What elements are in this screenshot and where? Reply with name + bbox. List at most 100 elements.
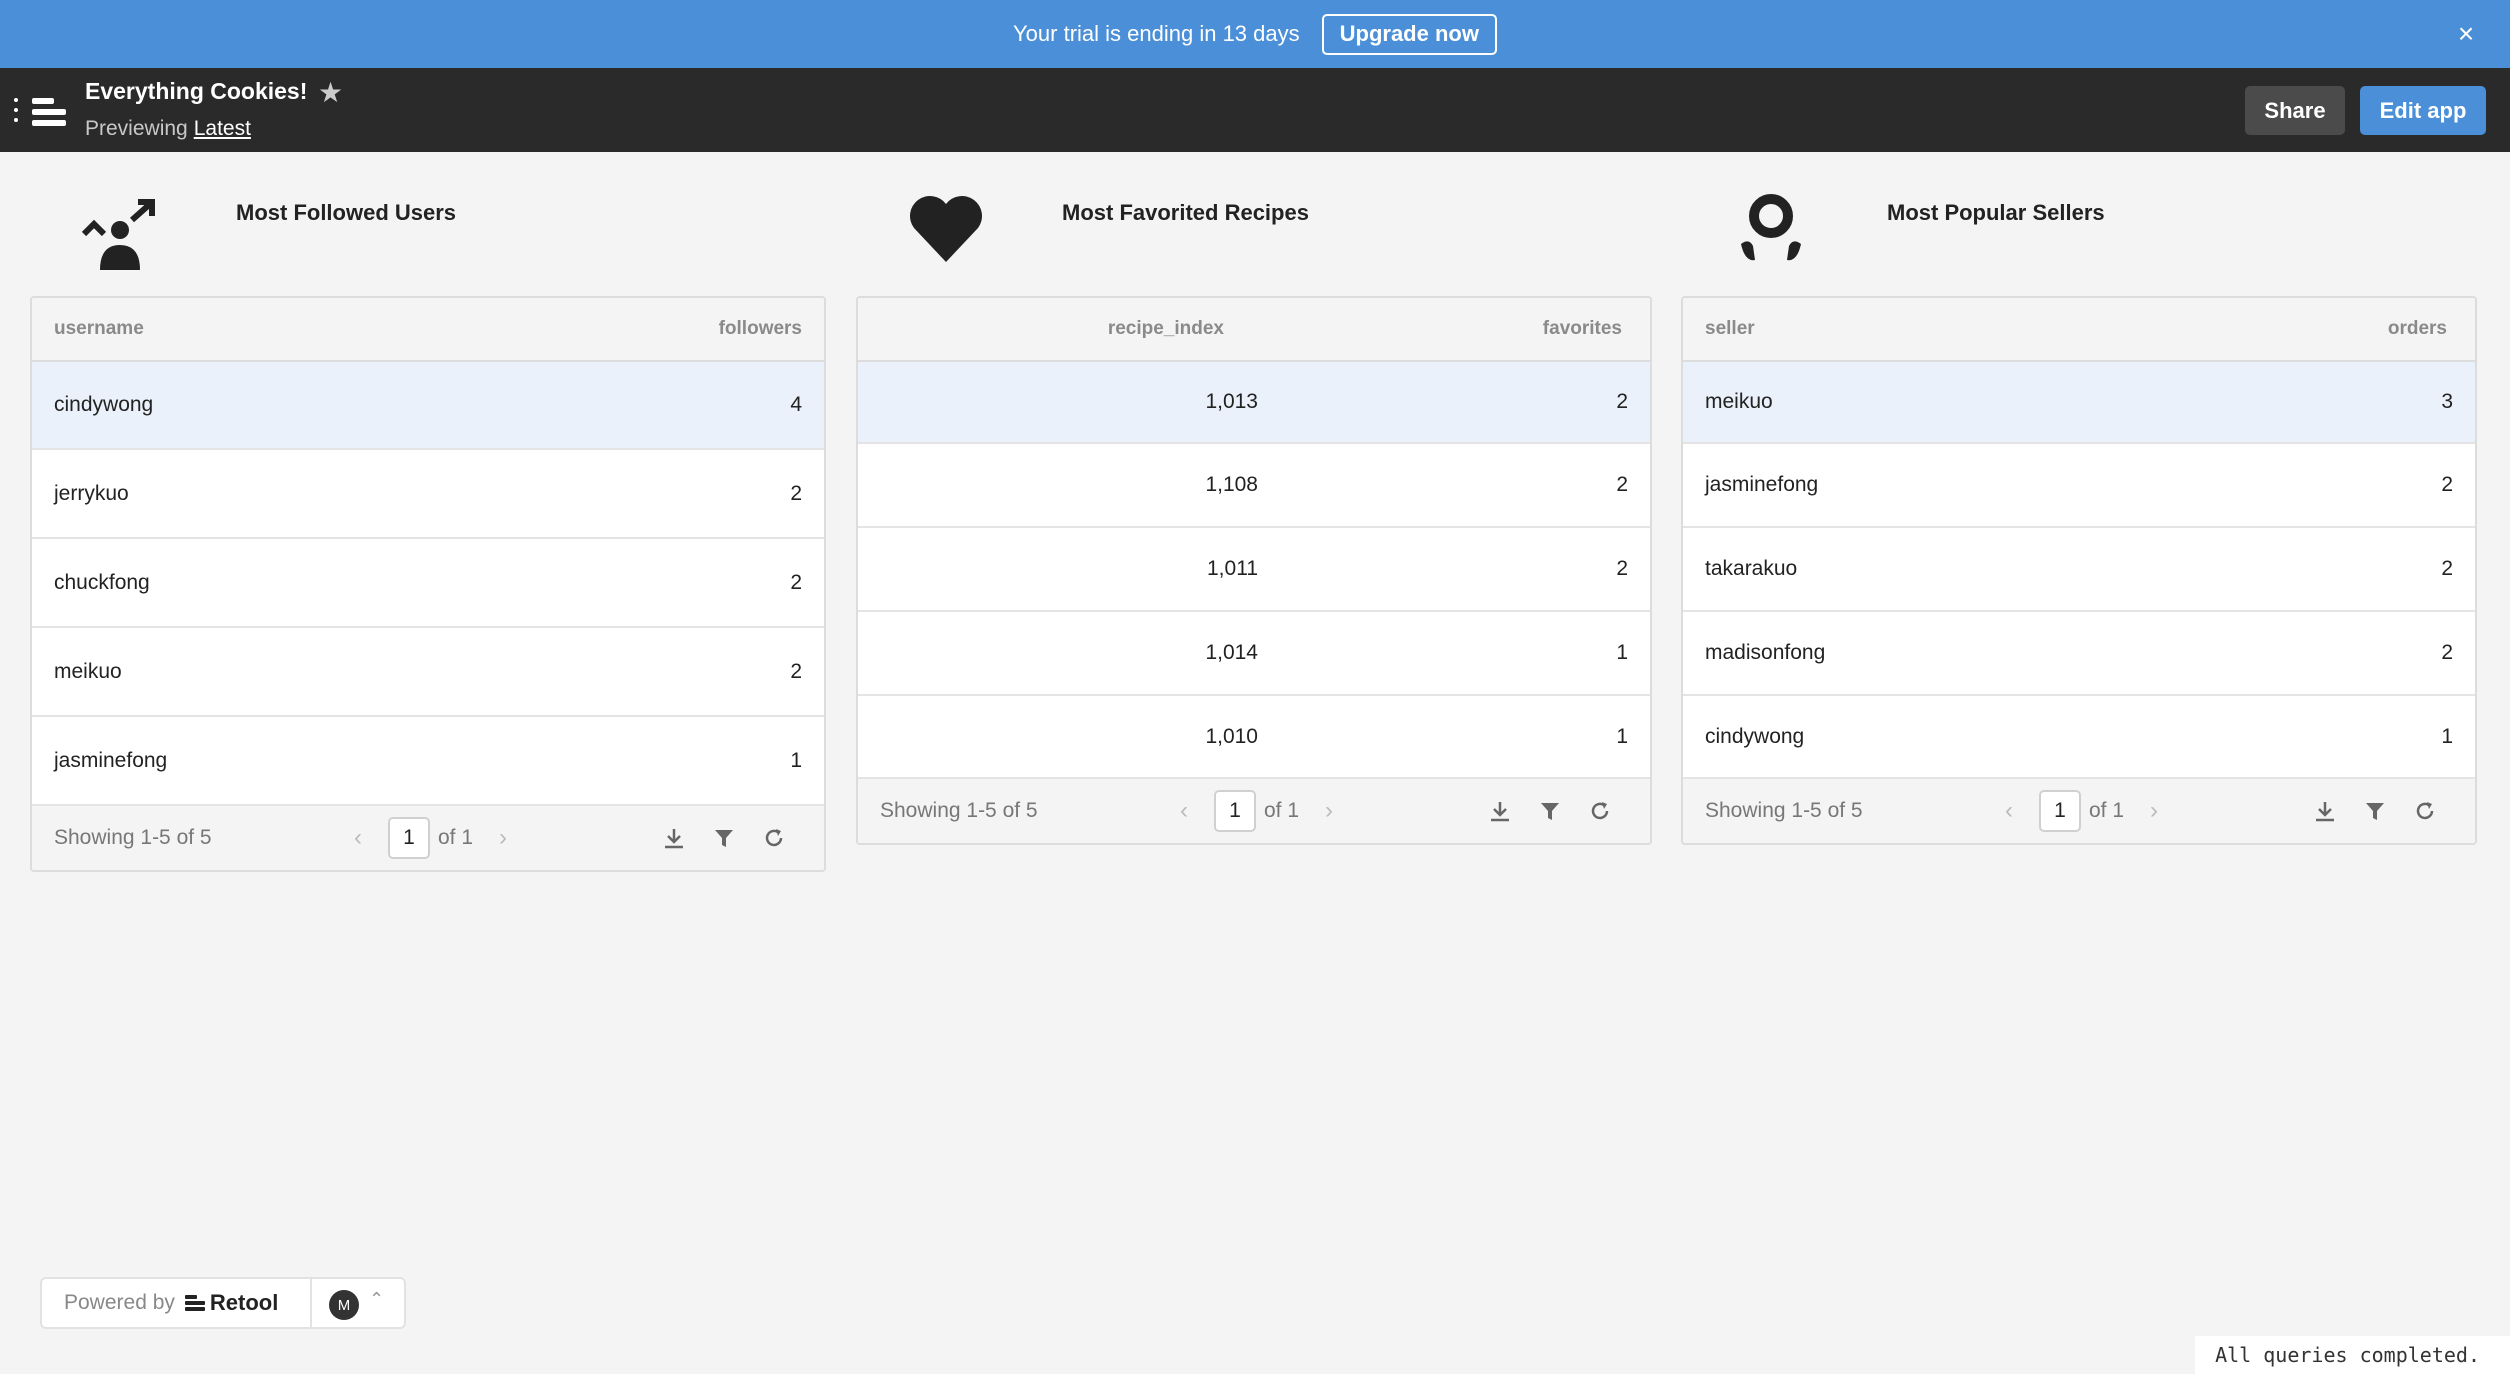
- next-page-icon[interactable]: ›: [499, 824, 507, 852]
- more-menu-icon[interactable]: [14, 98, 20, 126]
- cell-followers: 1: [790, 748, 802, 772]
- table-row[interactable]: 1,011 2: [858, 528, 1650, 612]
- cell-orders: 2: [2441, 557, 2453, 580]
- cell-seller: jasminefong: [1705, 473, 1819, 496]
- upgrade-button[interactable]: Upgrade now: [1321, 13, 1497, 55]
- column-header-followers[interactable]: followers: [624, 318, 824, 340]
- cell-recipe-index: 1,108: [1205, 473, 1258, 496]
- prev-page-icon[interactable]: ‹: [354, 824, 362, 852]
- cell-username: jasminefong: [54, 748, 168, 772]
- table-tools: [2311, 797, 2439, 825]
- table-row[interactable]: 1,010 1: [858, 696, 1650, 779]
- table-row[interactable]: 1,013 2: [858, 362, 1650, 444]
- cell-favorites: 2: [1616, 390, 1628, 413]
- table-row[interactable]: jerrykuo 2: [32, 450, 824, 539]
- filter-icon[interactable]: [2361, 797, 2389, 825]
- retool-brand: Retool: [209, 1290, 279, 1315]
- table-row[interactable]: madisonfong 2: [1683, 612, 2475, 696]
- widget-title: Most Favorited Recipes: [1062, 200, 1309, 225]
- download-icon[interactable]: [660, 824, 688, 852]
- column-header-recipe-index[interactable]: recipe_index: [858, 318, 1224, 340]
- table-tools: [660, 824, 788, 852]
- prev-page-icon[interactable]: ‹: [1180, 797, 1188, 825]
- refresh-icon[interactable]: [760, 824, 788, 852]
- close-icon[interactable]: ×: [2450, 18, 2482, 50]
- page-input[interactable]: 1: [2039, 790, 2081, 832]
- page-total: of 1: [1264, 799, 1300, 822]
- column-header-username[interactable]: username: [32, 318, 624, 340]
- refresh-icon[interactable]: [1586, 797, 1614, 825]
- preview-status: Previewing Latest: [85, 117, 251, 141]
- table-row[interactable]: chuckfong 2: [32, 539, 824, 628]
- next-page-icon[interactable]: ›: [1325, 797, 1333, 825]
- pagination: ‹ 1 of 1 ›: [354, 817, 507, 859]
- widget-title: Most Popular Sellers: [1887, 200, 2105, 225]
- cell-favorites: 1: [1616, 641, 1628, 664]
- row-count: Showing 1-5 of 5: [1705, 799, 1863, 822]
- row-count: Showing 1-5 of 5: [880, 799, 1038, 822]
- previewing-label: Previewing: [85, 117, 188, 140]
- recipes-table: recipe_index favorites 1,013 2 1,108 2 1,0…: [856, 296, 1652, 845]
- cell-followers: 2: [790, 481, 802, 505]
- cell-followers: 4: [790, 393, 802, 416]
- page-input[interactable]: 1: [388, 817, 430, 859]
- version-link[interactable]: Latest: [194, 117, 251, 140]
- divider: [310, 1279, 312, 1327]
- cell-orders: 2: [2441, 641, 2453, 664]
- table-row[interactable]: cindywong 1: [1683, 696, 2475, 779]
- chevron-up-icon[interactable]: ⌃: [369, 1289, 384, 1310]
- app-title: Everything Cookies!: [85, 78, 308, 104]
- cell-recipe-index: 1,014: [1205, 641, 1258, 664]
- table-row[interactable]: cindywong 4: [32, 362, 824, 450]
- cell-seller: cindywong: [1705, 724, 1805, 748]
- cell-orders: 2: [2441, 473, 2453, 496]
- cell-followers: 2: [790, 570, 802, 594]
- refresh-icon[interactable]: [2411, 797, 2439, 825]
- column-header-orders[interactable]: orders: [2275, 318, 2475, 340]
- table-row[interactable]: jasminefong 1: [32, 717, 824, 806]
- cell-recipe-index: 1,013: [1205, 390, 1258, 413]
- page-input[interactable]: 1: [1214, 790, 1256, 832]
- next-page-icon[interactable]: ›: [2150, 797, 2158, 825]
- powered-by-badge[interactable]: Powered by Retool M ⌃: [40, 1277, 406, 1329]
- cell-favorites: 2: [1616, 557, 1628, 580]
- app-logo-icon[interactable]: [32, 96, 66, 128]
- powered-by-label: Powered by: [64, 1291, 175, 1314]
- table-row[interactable]: meikuo 3: [1683, 362, 2475, 444]
- column-header-seller[interactable]: seller: [1683, 318, 2275, 340]
- table-row[interactable]: 1,108 2: [858, 444, 1650, 528]
- trial-banner: Your trial is ending in 13 days Upgrade …: [0, 0, 2510, 68]
- filter-icon[interactable]: [710, 824, 738, 852]
- share-button[interactable]: Share: [2245, 86, 2345, 135]
- pagination: ‹ 1 of 1 ›: [2005, 790, 2158, 832]
- cell-username: chuckfong: [54, 570, 150, 594]
- award-icon: [1731, 190, 1811, 270]
- table-row[interactable]: jasminefong 2: [1683, 444, 2475, 528]
- filter-icon[interactable]: [1536, 797, 1564, 825]
- download-icon[interactable]: [2311, 797, 2339, 825]
- table-row[interactable]: 1,014 1: [858, 612, 1650, 696]
- table-footer: Showing 1-5 of 5 ‹ 1 of 1 ›: [1683, 779, 2475, 843]
- cell-username: cindywong: [54, 393, 154, 416]
- table-row[interactable]: meikuo 2: [32, 628, 824, 717]
- download-icon[interactable]: [1486, 797, 1514, 825]
- page-total: of 1: [2089, 799, 2125, 822]
- cell-followers: 2: [790, 659, 802, 683]
- edit-app-button[interactable]: Edit app: [2360, 86, 2486, 135]
- cell-seller: meikuo: [1705, 390, 1773, 413]
- cell-username: jerrykuo: [54, 481, 129, 505]
- trial-message: Your trial is ending in 13 days: [1013, 21, 1300, 46]
- table-row[interactable]: takarakuo 2: [1683, 528, 2475, 612]
- table-footer: Showing 1-5 of 5 ‹ 1 of 1 ›: [858, 779, 1650, 843]
- pagination: ‹ 1 of 1 ›: [1180, 790, 1333, 832]
- cell-orders: 1: [2441, 724, 2453, 748]
- query-status: All queries completed.: [2195, 1336, 2510, 1374]
- table-header: username followers: [32, 298, 824, 362]
- retool-logo-icon: [184, 1294, 205, 1312]
- column-header-favorites[interactable]: favorites: [1224, 318, 1650, 340]
- prev-page-icon[interactable]: ‹: [2005, 797, 2013, 825]
- star-icon[interactable]: ★: [318, 76, 343, 109]
- users-table: username followers cindywong 4 jerrykuo 2 …: [30, 296, 826, 872]
- cell-seller: madisonfong: [1705, 641, 1826, 664]
- avatar[interactable]: M: [329, 1290, 359, 1320]
